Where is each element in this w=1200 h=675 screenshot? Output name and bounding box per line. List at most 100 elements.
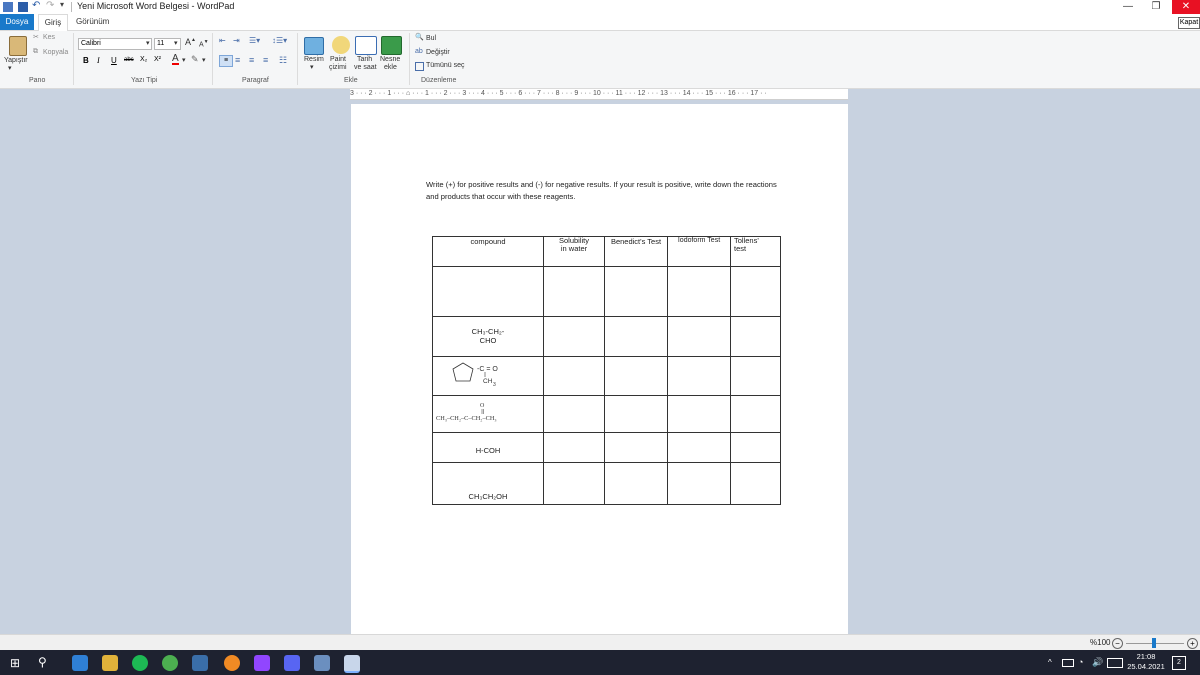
redo-icon[interactable]: ↷ xyxy=(46,1,56,11)
paint-drawing-line1[interactable]: Paint xyxy=(330,56,346,63)
cut-icon[interactable]: ✂ xyxy=(33,33,39,41)
network-icon[interactable]: ◔ xyxy=(1078,657,1083,667)
find-button[interactable]: Bul xyxy=(426,35,436,42)
paste-label[interactable]: Yapıştır xyxy=(4,57,28,64)
table-cell[interactable] xyxy=(543,432,605,463)
table-cell[interactable] xyxy=(667,316,731,357)
table-cell[interactable] xyxy=(604,316,668,357)
compound-propanal[interactable]: CH₃-CH₂- CHO xyxy=(432,316,544,357)
twitch-icon[interactable] xyxy=(254,655,270,671)
cut-button[interactable]: Kes xyxy=(43,34,55,41)
align-center-icon[interactable]: ≡ xyxy=(235,55,240,65)
date-time-line1[interactable]: Tarih xyxy=(357,56,372,63)
table-cell[interactable] xyxy=(543,266,605,317)
paint-drawing-icon[interactable] xyxy=(332,36,350,54)
select-all-icon[interactable] xyxy=(415,62,424,71)
table-cell[interactable] xyxy=(604,462,668,505)
compound-cyclopentyl-ketone[interactable]: -C = O CH 3 xyxy=(432,356,544,396)
table-cell[interactable] xyxy=(543,316,605,357)
zoom-slider-thumb[interactable] xyxy=(1152,638,1156,648)
select-all-button[interactable]: Tümünü seç xyxy=(426,62,465,69)
table-cell[interactable] xyxy=(604,356,668,396)
highlight-dropdown-icon[interactable]: ▾ xyxy=(202,56,206,64)
keyboard-icon[interactable] xyxy=(1107,658,1123,668)
close-button[interactable]: ✕ xyxy=(1172,0,1200,14)
minimize-button[interactable]: — xyxy=(1114,0,1142,14)
ruler[interactable]: 3 · · · 2 · · · 1 · · · ⌂ · · · 1 · · · … xyxy=(350,89,848,100)
replace-button[interactable]: Değiştir xyxy=(426,49,450,56)
tab-view[interactable]: Görünüm xyxy=(76,14,109,30)
help-button[interactable]: Kapat xyxy=(1178,17,1200,29)
header-iodoform[interactable]: Iodoform Test xyxy=(667,236,731,267)
grow-font-icon[interactable]: A▲ xyxy=(185,37,196,47)
compound-butanone[interactable]: O CH₃–CH₂–C–CH₂–CH₃ xyxy=(432,395,544,433)
highlight-icon[interactable]: ✎ xyxy=(191,54,199,65)
find-icon[interactable]: 🔍 xyxy=(415,33,424,41)
zoom-out-button[interactable]: − xyxy=(1112,638,1123,649)
search-icon[interactable]: ⚲ xyxy=(38,655,47,669)
maximize-button[interactable]: ❐ xyxy=(1142,0,1170,14)
insert-object-line1[interactable]: Nesne xyxy=(380,56,400,63)
font-family-dropdown-icon[interactable]: ▾ xyxy=(146,39,150,47)
wordpad-taskbar-icon[interactable] xyxy=(344,655,360,673)
document-paragraph[interactable]: Write (+) for positive results and (-) f… xyxy=(426,179,786,203)
header-compound[interactable]: compound xyxy=(432,236,544,267)
email-app-icon[interactable] xyxy=(72,655,88,671)
date-time-icon[interactable] xyxy=(355,36,377,55)
font-family-select[interactable]: Calibri xyxy=(78,38,152,50)
origin-icon[interactable] xyxy=(224,655,240,671)
table-cell[interactable] xyxy=(730,356,781,396)
shrink-font-icon[interactable]: A▼ xyxy=(199,39,209,48)
decrease-indent-icon[interactable]: ⇤ xyxy=(219,36,226,45)
justify-icon[interactable]: ≡ xyxy=(263,55,268,65)
table-cell[interactable] xyxy=(730,266,781,317)
table-cell[interactable] xyxy=(432,266,544,317)
tab-file[interactable]: Dosya xyxy=(0,14,34,30)
table-cell[interactable] xyxy=(730,462,781,505)
picture-button[interactable]: Resim xyxy=(304,56,324,63)
compound-formic-acid[interactable]: H-COH xyxy=(432,432,544,463)
battery-icon[interactable] xyxy=(1062,659,1074,667)
table-cell[interactable] xyxy=(543,462,605,505)
align-left-icon[interactable]: ≡ xyxy=(219,55,233,67)
copy-icon[interactable]: ⧉ xyxy=(33,48,38,56)
superscript-button[interactable]: X² xyxy=(154,56,161,63)
windows-start-icon[interactable]: ⊞ xyxy=(10,657,22,669)
subscript-button[interactable]: X₂ xyxy=(140,56,147,63)
strikethrough-button[interactable]: abc xyxy=(124,57,134,63)
header-tollens[interactable]: Tollens' test xyxy=(730,236,781,267)
header-benedict[interactable]: Benedict's Test xyxy=(604,236,668,267)
paint-drawing-line2[interactable]: çizimi xyxy=(329,64,347,71)
qat-customize-icon[interactable]: ▾ xyxy=(60,0,64,9)
tray-chevron-icon[interactable]: ^ xyxy=(1048,658,1052,667)
table-cell[interactable] xyxy=(604,432,668,463)
table-cell[interactable] xyxy=(730,432,781,463)
paragraph-settings-icon[interactable]: ☷ xyxy=(279,55,287,66)
font-color-dropdown-icon[interactable]: ▾ xyxy=(182,56,186,64)
document-table[interactable]: compound Solubility in water Benedict's … xyxy=(432,236,781,505)
table-cell[interactable] xyxy=(667,356,731,396)
date-time-line2[interactable]: ve saat xyxy=(354,64,377,71)
notification-count[interactable]: 2 xyxy=(1172,656,1186,670)
table-cell[interactable] xyxy=(604,395,668,433)
bullets-icon[interactable]: ☰▾ xyxy=(249,36,260,45)
insert-object-icon[interactable] xyxy=(381,36,402,55)
taskbar-clock[interactable]: 21:08 25.04.2021 xyxy=(1126,652,1166,672)
compound-ethanol[interactable]: CH₃CH₂OH xyxy=(432,462,544,505)
header-solubility[interactable]: Solubility in water xyxy=(543,236,605,267)
replace-icon[interactable]: ab xyxy=(415,48,423,55)
italic-button[interactable]: I xyxy=(97,56,100,65)
table-cell[interactable] xyxy=(543,395,605,433)
line-spacing-icon[interactable]: ↕☰▾ xyxy=(272,36,287,45)
table-cell[interactable] xyxy=(730,316,781,357)
table-cell[interactable] xyxy=(667,266,731,317)
chrome-icon[interactable] xyxy=(162,655,178,671)
table-cell[interactable] xyxy=(730,395,781,433)
picture-dropdown-icon[interactable]: ▾ xyxy=(310,63,314,71)
table-cell[interactable] xyxy=(543,356,605,396)
save-icon[interactable] xyxy=(18,2,28,12)
spotify-icon[interactable] xyxy=(132,655,148,671)
discord-icon[interactable] xyxy=(284,655,300,671)
insert-object-line2[interactable]: ekle xyxy=(384,64,397,71)
font-size-dropdown-icon[interactable]: ▾ xyxy=(174,39,178,47)
